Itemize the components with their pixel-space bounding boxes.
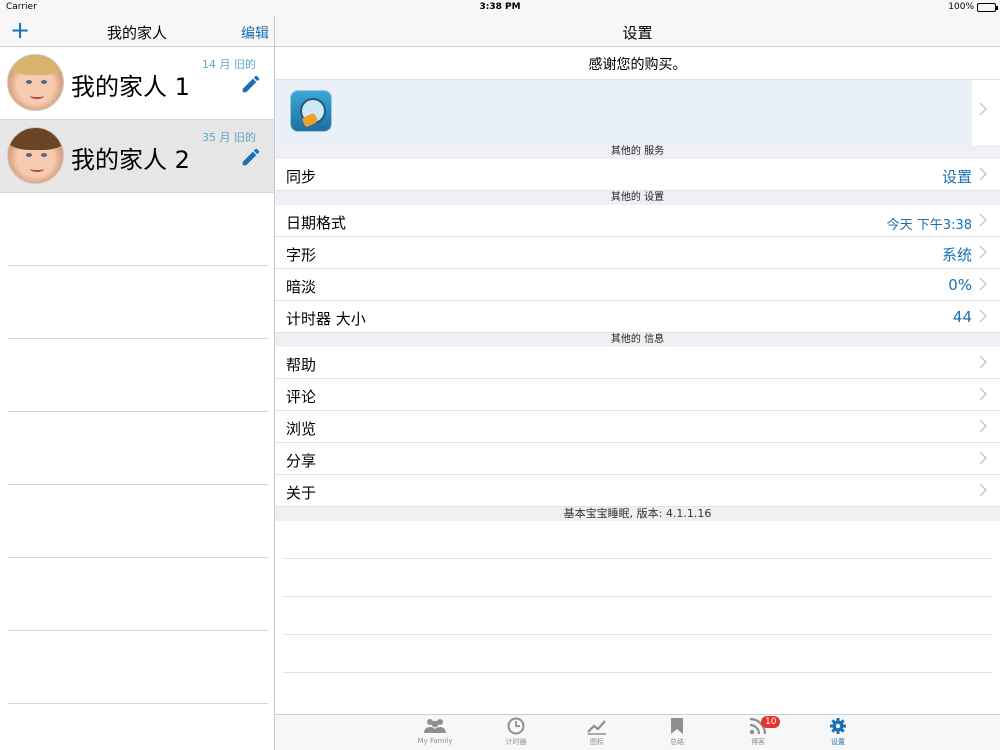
tab-label: My Family (417, 737, 453, 745)
font-value: 系统 (941, 246, 972, 264)
date-format-value: 今天 下午3:38 (886, 218, 972, 233)
section-header-info: 其他的 信息 (275, 333, 1000, 347)
chevron-right-icon (979, 387, 987, 401)
person-name: 我的家人 1 (71, 73, 190, 101)
person-name: 我的家人 2 (71, 146, 190, 174)
settings-nav-title: 设置 (275, 16, 1000, 47)
battery-indicator: 100% (948, 2, 998, 12)
chevron-right-icon (979, 245, 987, 259)
gear-icon (830, 718, 846, 734)
review-label: 评论 (286, 388, 317, 406)
pencil-icon[interactable] (240, 146, 262, 168)
tab-chart[interactable]: 图标 (567, 717, 627, 747)
browse-row[interactable]: 浏览 (275, 411, 1000, 443)
tab-label: 总结 (670, 738, 684, 746)
tab-timer[interactable]: 计时器 (486, 717, 546, 747)
sync-value: 设置 (941, 168, 972, 186)
font-row[interactable]: 字形 系统 (275, 237, 1000, 269)
person-row[interactable]: 我的家人 1 14 月 旧的 (0, 47, 274, 120)
timer-size-row[interactable]: 计时器 大小 44 (275, 301, 1000, 333)
status-bar: Carrier 3:38 PM 100% (0, 0, 1000, 16)
empty-row (283, 559, 992, 597)
chevron-right-icon (979, 213, 987, 227)
tab-bar: My Family 计时器 图标 总结 10 博客 设置 (275, 714, 1000, 750)
tab-label: 计时器 (505, 738, 527, 746)
avatar (7, 127, 64, 184)
left-nav-title: 我的家人 (106, 24, 167, 42)
pencil-icon[interactable] (240, 73, 262, 95)
sync-label: 同步 (286, 168, 317, 186)
tab-my-family[interactable]: My Family (405, 717, 465, 745)
share-row[interactable]: 分享 (275, 443, 1000, 475)
app-banner[interactable] (275, 80, 1000, 145)
chevron-right-icon (979, 483, 987, 497)
date-format-row[interactable]: 日期格式 今天 下午3:38 (275, 205, 1000, 237)
font-label: 字形 (286, 246, 317, 264)
status-time: 3:38 PM (479, 2, 521, 12)
help-label: 帮助 (286, 356, 317, 374)
app-icon[interactable] (290, 90, 332, 132)
about-row[interactable]: 关于 (275, 475, 1000, 507)
tab-label: 设置 (831, 738, 845, 746)
person-age: 35 月 旧的 (202, 131, 256, 144)
settings-pane: 设置 感谢您的购买。 其他的 服务 同步 设置 其他的 设置 日期格式 今天 下… (275, 16, 1000, 750)
empty-row (8, 412, 268, 485)
version-label: 基本宝宝睡眠, 版本: 4.1.1.16 (275, 507, 1000, 521)
clock-icon (507, 717, 525, 735)
chevron-right-icon (979, 277, 987, 291)
chevron-right-icon (979, 419, 987, 433)
battery-percent: 100% (948, 2, 974, 12)
date-format-label: 日期格式 (286, 214, 347, 232)
sync-row[interactable]: 同步 设置 (275, 159, 1000, 191)
chevron-right-icon (979, 451, 987, 465)
share-label: 分享 (286, 452, 317, 470)
person-row[interactable]: 我的家人 2 35 月 旧的 (0, 120, 274, 193)
empty-row (283, 635, 992, 673)
chevron-right-icon (979, 167, 987, 181)
browse-label: 浏览 (286, 420, 317, 438)
chevron-right-icon (979, 355, 987, 369)
review-row[interactable]: 评论 (275, 379, 1000, 411)
family-list-pane: + 我的家人 编辑 我的家人 1 14 月 旧的 我的家人 2 35 月 旧的 (0, 16, 274, 750)
help-row[interactable]: 帮助 (275, 347, 1000, 379)
about-label: 关于 (286, 484, 317, 502)
dim-label: 暗淡 (286, 278, 317, 296)
tab-label: 图标 (590, 738, 604, 746)
bookmark-icon (671, 718, 683, 734)
left-nav-bar: + 我的家人 编辑 (0, 16, 274, 47)
empty-row (8, 266, 268, 339)
empty-row (8, 193, 268, 266)
empty-row (283, 597, 992, 635)
empty-row (8, 339, 268, 412)
timer-size-label: 计时器 大小 (286, 310, 366, 328)
blog-badge: 10 (761, 716, 781, 728)
battery-icon (977, 2, 998, 12)
dim-value: 0% (948, 276, 972, 294)
chart-icon (587, 720, 606, 735)
tab-blog[interactable]: 10 博客 (728, 716, 788, 747)
empty-row (8, 485, 268, 558)
section-header-services: 其他的 服务 (275, 145, 1000, 159)
tab-settings[interactable]: 设置 (808, 717, 868, 747)
timer-size-value: 44 (952, 308, 972, 326)
tab-label: 博客 (751, 738, 765, 746)
thanks-message: 感谢您的购买。 (275, 47, 1000, 80)
avatar (7, 54, 64, 111)
edit-button[interactable]: 编辑 (241, 23, 269, 43)
tab-summary[interactable]: 总结 (647, 717, 707, 747)
family-icon (424, 719, 446, 733)
chevron-right-icon (979, 102, 987, 116)
chevron-right-icon (979, 309, 987, 323)
empty-row (8, 558, 268, 631)
person-age: 14 月 旧的 (202, 58, 256, 71)
empty-row (8, 631, 268, 704)
empty-row (283, 521, 992, 559)
section-header-settings: 其他的 设置 (275, 191, 1000, 205)
dim-row[interactable]: 暗淡 0% (275, 269, 1000, 301)
